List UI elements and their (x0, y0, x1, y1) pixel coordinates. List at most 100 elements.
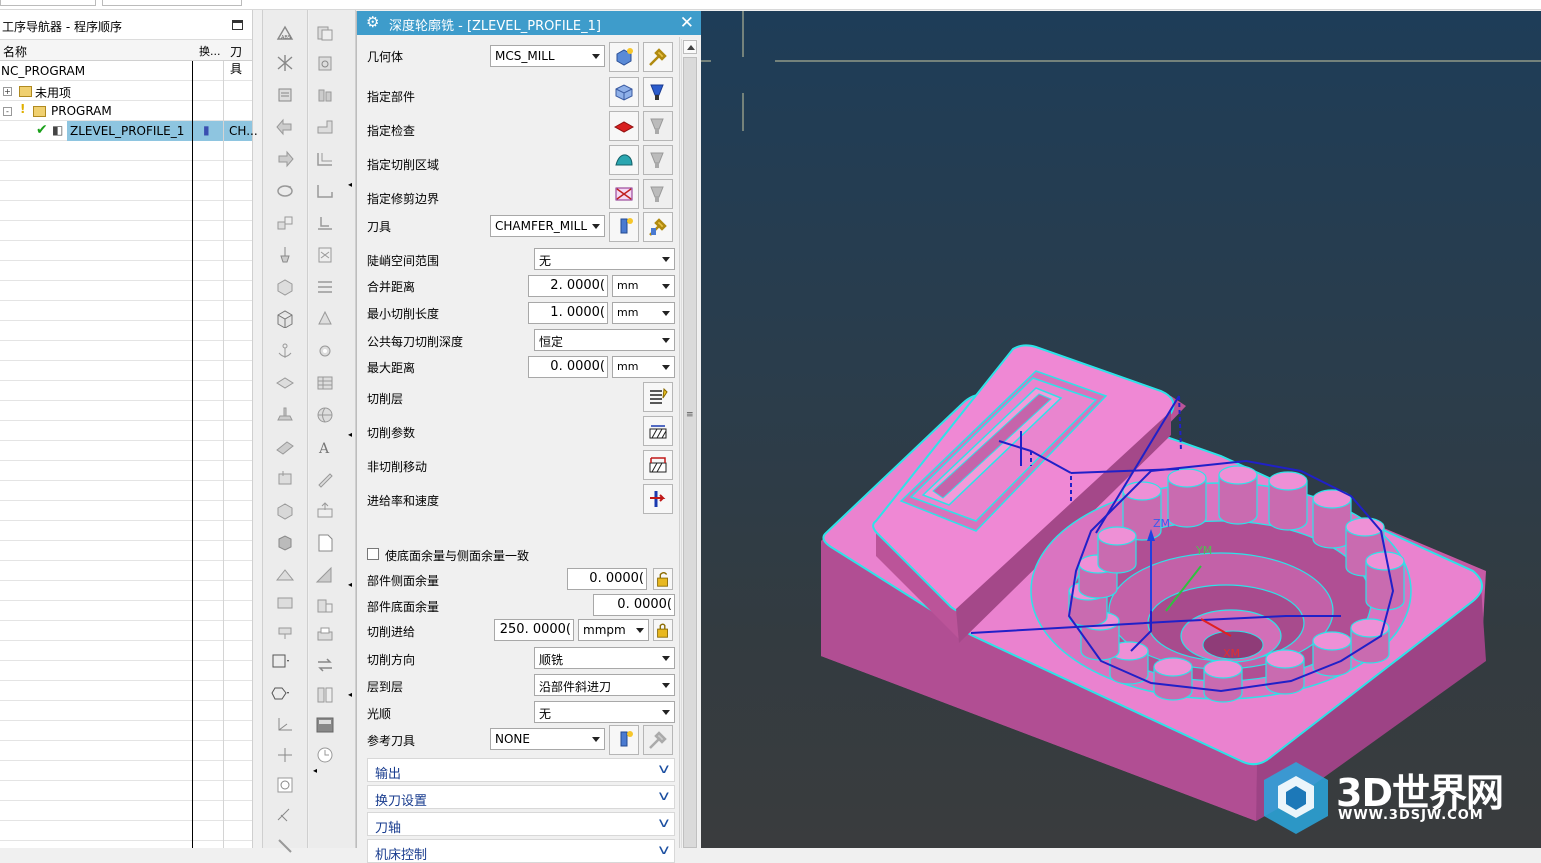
slope-icon[interactable] (315, 566, 335, 584)
min-cut-unit-select[interactable]: mm (612, 302, 675, 324)
display-check-button[interactable] (643, 111, 673, 141)
toolbar-field[interactable] (102, 0, 242, 6)
export-icon[interactable] (315, 502, 335, 520)
globe-icon[interactable] (315, 406, 335, 424)
level-to-level-select[interactable]: 沿部件斜进刀 (534, 674, 675, 696)
display-trim-button[interactable] (643, 179, 673, 209)
expand-arrow-icon[interactable]: ◂ (348, 430, 352, 439)
tree-row-unused[interactable]: + 未用项 (0, 81, 252, 101)
column-name[interactable]: 名称 (3, 43, 27, 60)
lock-icon[interactable] (653, 619, 673, 641)
model-view[interactable]: ZM XM YM (701, 11, 1541, 848)
geometry-select[interactable]: MCS_MILL (490, 45, 605, 67)
side-stock-input[interactable]: 0. 0000( (567, 568, 647, 590)
document-icon[interactable] (315, 534, 335, 552)
clock-icon[interactable] (315, 746, 335, 764)
cut-params-button[interactable] (643, 416, 673, 446)
printer-icon[interactable] (315, 626, 335, 644)
expand-arrow-icon[interactable]: ◂ (348, 180, 352, 189)
scroll-thumb[interactable]: ≡ (683, 57, 697, 848)
tool-select[interactable]: CHAMFER_MILL (490, 215, 605, 237)
machine-icon[interactable] (315, 596, 335, 614)
edit-geometry-button[interactable] (643, 42, 673, 72)
expand-arrow-icon[interactable]: ◂ (348, 690, 352, 699)
drill-icon[interactable] (275, 246, 295, 264)
feeds-speeds-button[interactable] (643, 484, 673, 514)
abs-icon[interactable]: ABS (275, 24, 295, 42)
merge-unit-select[interactable]: mm (612, 275, 675, 297)
max-distance-unit-select[interactable]: mm (612, 356, 675, 378)
display-cut-area-button[interactable] (643, 145, 673, 175)
floor-same-checkbox[interactable] (367, 548, 379, 560)
cut-feed-input[interactable]: 250. 0000( (494, 619, 574, 641)
solid-icon[interactable] (275, 534, 295, 552)
toolbar-field[interactable] (0, 0, 96, 6)
specify-part-button[interactable] (609, 77, 639, 107)
rotate-icon[interactable] (275, 182, 295, 200)
transform-icon[interactable] (275, 214, 295, 232)
point-icon[interactable] (275, 746, 295, 764)
slab-icon[interactable] (275, 438, 295, 456)
merge-distance-input[interactable]: 2. 0000( (528, 275, 608, 297)
layer-icon[interactable] (275, 86, 295, 104)
floor-stock-input[interactable]: 0. 0000( (593, 594, 675, 616)
edit-tool-button[interactable] (643, 212, 673, 242)
wedge-icon[interactable] (275, 566, 295, 584)
shape-icon[interactable] (275, 470, 295, 488)
arrow-left-icon[interactable] (275, 118, 295, 136)
graphics-viewport[interactable]: ZM XM YM (701, 11, 1541, 848)
dialog-scrollbar[interactable]: ≡ (681, 39, 698, 848)
tree-row-nc-program[interactable]: NC_PROGRAM (0, 61, 252, 81)
profile-icon[interactable] (315, 182, 335, 200)
zlevel-icon[interactable] (315, 278, 335, 296)
text-icon[interactable]: A (315, 438, 335, 457)
block-icon[interactable] (275, 594, 295, 612)
feed-unit-select[interactable]: mmpm (578, 619, 649, 641)
expand-arrow-icon[interactable]: ◂ (313, 766, 317, 775)
section-output[interactable]: 输出 v (367, 758, 675, 782)
circle-icon[interactable] (275, 776, 295, 794)
dialog-title-bar[interactable]: ⚙ 深度轮廓铣 - [ZLEVEL_PROFILE_1] ✕ (357, 11, 702, 35)
anchor-icon[interactable] (275, 342, 295, 360)
specify-cut-area-button[interactable] (609, 145, 639, 175)
reference-tool-select[interactable]: NONE (490, 728, 605, 750)
column-change[interactable]: 换... (199, 43, 221, 59)
axis-icon[interactable] (275, 54, 295, 72)
expand-icon[interactable]: + (3, 87, 12, 96)
arrow-right-icon[interactable] (275, 150, 295, 168)
calculator-icon[interactable] (315, 716, 335, 734)
tree-row-program[interactable]: - ! PROGRAM (0, 101, 252, 121)
copy-icon[interactable] (315, 24, 335, 42)
steep-range-select[interactable]: 无 (534, 248, 675, 270)
specify-check-button[interactable] (609, 111, 639, 141)
scroll-up-button[interactable] (683, 40, 697, 54)
non-cutting-button[interactable] (643, 450, 673, 480)
box-icon[interactable] (275, 278, 295, 296)
polygon-icon[interactable] (271, 684, 291, 702)
part-icon[interactable] (275, 502, 295, 520)
smoothing-select[interactable]: 无 (534, 701, 675, 723)
face-mill-icon[interactable] (315, 214, 335, 232)
pocket-icon[interactable] (315, 150, 335, 168)
cut-direction-select[interactable]: 顺铣 (534, 647, 675, 669)
collapse-icon[interactable]: - (3, 107, 12, 116)
coordinate-icon[interactable] (275, 716, 295, 734)
swap-icon[interactable] (315, 656, 335, 674)
new-geometry-button[interactable] (609, 42, 639, 72)
tube-icon[interactable] (275, 622, 295, 640)
max-distance-input[interactable]: 0. 0000( (528, 356, 608, 378)
scatter-icon[interactable] (275, 806, 295, 824)
edit-reference-tool-button[interactable] (643, 725, 673, 755)
pen-icon[interactable] (315, 470, 335, 488)
close-icon[interactable]: ✕ (680, 13, 694, 33)
step-icon[interactable] (315, 118, 335, 136)
tool-icon[interactable] (275, 836, 295, 854)
section-tool-change[interactable]: 换刀设置 v (367, 785, 675, 809)
cut-levels-button[interactable] (643, 382, 673, 412)
contour-icon[interactable] (315, 246, 335, 264)
paste-icon[interactable] (315, 54, 335, 72)
depth-per-cut-select[interactable]: 恒定 (534, 329, 675, 351)
lock-icon[interactable] (653, 568, 673, 590)
table-icon[interactable] (315, 374, 335, 392)
maximize-icon[interactable] (232, 20, 243, 30)
